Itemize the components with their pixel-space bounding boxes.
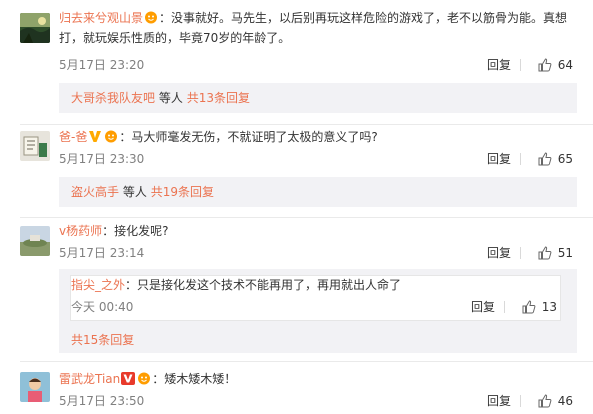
like-count: 13 xyxy=(541,300,557,314)
view-replies-link[interactable]: 共19条回复 xyxy=(151,185,214,199)
avatar[interactable] xyxy=(20,372,50,402)
thumbs-up-icon xyxy=(522,300,536,314)
thumbs-up-icon xyxy=(538,394,552,408)
comment-meta: 5月17日 23:20 回复 64 xyxy=(59,57,577,73)
nested-username-link[interactable]: 指尖_之外 xyxy=(71,278,125,292)
comment-time: 5月17日 23:50 xyxy=(59,394,145,408)
username-link[interactable]: 雷武龙Tian xyxy=(59,372,120,386)
like-count: 46 xyxy=(557,394,573,408)
comment-body: v杨药师：接化发呢? xyxy=(59,221,569,241)
comment-time: 5月17日 23:14 xyxy=(59,246,145,260)
reply-button[interactable]: 回复 xyxy=(471,299,495,315)
thumbs-up-icon xyxy=(538,152,552,166)
comment-meta: 5月17日 23:14 回复 51 xyxy=(59,245,577,261)
divider xyxy=(504,301,505,313)
username-link[interactable]: v杨药师 xyxy=(59,224,102,238)
reply-button[interactable]: 回复 xyxy=(487,393,511,409)
avatar[interactable] xyxy=(20,13,50,43)
comment-divider xyxy=(20,124,593,125)
comment-divider xyxy=(20,217,593,218)
comment-time: 5月17日 23:30 xyxy=(59,152,145,166)
verified-v-badge-icon xyxy=(88,129,102,142)
reply-summary: 盗火高手 等人 共19条回复 xyxy=(59,177,577,207)
reply-button[interactable]: 回复 xyxy=(487,57,511,73)
avatar[interactable] xyxy=(20,131,50,161)
vip-face-badge-icon xyxy=(137,371,151,385)
divider xyxy=(520,395,521,407)
username-link[interactable]: 爸-爸 xyxy=(59,130,87,144)
nested-reply-text: ：只是接化发这个技术不能再用了，再用就出人命了 xyxy=(125,278,402,292)
nested-reply-meta: 今天 00:40 回复 13 xyxy=(71,299,561,315)
vip-face-badge-icon xyxy=(144,10,158,24)
comment-divider xyxy=(20,361,593,362)
like-button[interactable]: 46 xyxy=(538,393,573,409)
comment-time: 5月17日 23:20 xyxy=(59,58,145,72)
reply-button[interactable]: 回复 xyxy=(487,245,511,261)
comment-body: 归去来兮观山景 ：没事就好。马先生，以后别再玩这样危险的游戏了，老不以筋骨为能。真… xyxy=(59,8,569,48)
view-more-replies-link[interactable]: 共15条回复 xyxy=(71,333,134,347)
verified-v-badge-icon xyxy=(121,371,136,385)
reply-user-link[interactable]: 大哥杀我队友吧 xyxy=(71,91,155,105)
username-link[interactable]: 归去来兮观山景 xyxy=(59,11,143,25)
avatar[interactable] xyxy=(20,226,50,256)
reply-summary: 大哥杀我队友吧 等人 共13条回复 xyxy=(59,83,577,113)
thumbs-up-icon xyxy=(538,58,552,72)
divider xyxy=(520,153,521,165)
divider xyxy=(520,247,521,259)
comment-body: 爸-爸 ：马大师毫发无伤，不就证明了太极的意义了吗? xyxy=(59,127,569,147)
nested-reply-text-line: 指尖_之外：只是接化发这个技术不能再用了，再用就出人命了 xyxy=(71,275,401,295)
more-replies-bar: 共15条回复 xyxy=(59,327,577,353)
nested-reply-time: 今天 00:40 xyxy=(71,300,134,314)
like-button[interactable]: 51 xyxy=(538,245,573,261)
thumbs-up-icon xyxy=(538,246,552,260)
vip-face-badge-icon xyxy=(104,129,118,143)
like-count: 65 xyxy=(557,152,573,166)
like-button[interactable]: 65 xyxy=(538,151,573,167)
reply-button[interactable]: 回复 xyxy=(487,151,511,167)
divider xyxy=(520,59,521,71)
view-replies-link[interactable]: 共13条回复 xyxy=(187,91,250,105)
comment-text: ：接化发呢? xyxy=(102,224,169,238)
reply-user-link[interactable]: 盗火高手 xyxy=(71,185,119,199)
like-button[interactable]: 64 xyxy=(538,57,573,73)
like-count: 51 xyxy=(557,246,573,260)
comment-text: ：矮木矮木矮！ xyxy=(152,372,237,386)
comment-meta: 5月17日 23:50 回复 46 xyxy=(59,393,577,409)
like-count: 64 xyxy=(557,58,573,72)
like-button[interactable]: 13 xyxy=(522,299,557,315)
comment-text: ：马大师毫发无伤，不就证明了太极的意义了吗? xyxy=(119,130,378,144)
comment-body: 雷武龙Tian ：矮木矮木矮！ xyxy=(59,369,569,389)
comment-meta: 5月17日 23:30 回复 65 xyxy=(59,151,577,167)
reply-summary-text: 等人 xyxy=(158,91,183,105)
reply-summary-text: 等人 xyxy=(122,185,147,199)
